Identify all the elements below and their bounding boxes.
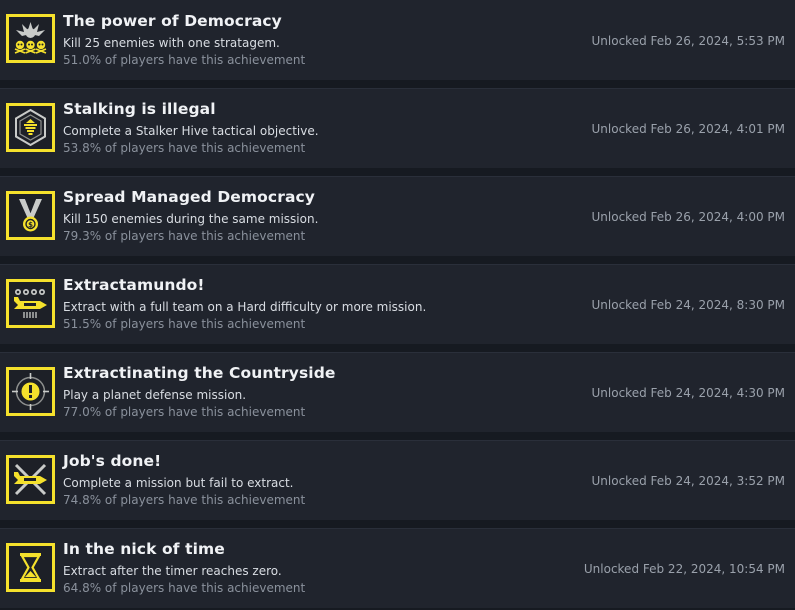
achievement-percent: 77.0% of players have this achievement [63, 405, 306, 419]
achievement-description: Complete a Stalker Hive tactical objecti… [63, 124, 319, 138]
hourglass-icon [6, 543, 55, 592]
achievement-unlock-date: Unlocked Feb 26, 2024, 4:00 PM [591, 210, 785, 224]
achievement-row[interactable]: Extractamundo! Extract with a full team … [0, 264, 795, 344]
achievement-percent: 53.8% of players have this achievement [63, 141, 306, 155]
achievement-description: Kill 25 enemies with one stratagem. [63, 36, 280, 50]
svg-text:$: $ [28, 221, 33, 229]
achievement-title: Extractamundo! [63, 276, 205, 294]
achievement-unlock-date: Unlocked Feb 24, 2024, 3:52 PM [591, 474, 785, 488]
achievement-title: Stalking is illegal [63, 100, 216, 118]
achievement-unlock-date: Unlocked Feb 24, 2024, 8:30 PM [591, 298, 785, 312]
crossed-dropship-icon [6, 455, 55, 504]
achievement-title: Job's done! [63, 452, 162, 470]
dropship-squad-icon [6, 279, 55, 328]
achievement-percent: 74.8% of players have this achievement [63, 493, 306, 507]
achievement-row[interactable]: The power of Democracy Kill 25 enemies w… [0, 0, 795, 80]
achievement-row[interactable]: Job's done! Complete a mission but fail … [0, 440, 795, 520]
achievement-row[interactable]: In the nick of time Extract after the ti… [0, 528, 795, 608]
achievement-list: The power of Democracy Kill 25 enemies w… [0, 0, 795, 610]
achievement-title: Spread Managed Democracy [63, 188, 316, 206]
achievement-description: Extract with a full team on a Hard diffi… [63, 300, 427, 314]
achievement-row[interactable]: Stalking is illegal Complete a Stalker H… [0, 88, 795, 168]
achievement-percent: 51.5% of players have this achievement [63, 317, 306, 331]
achievement-percent: 51.0% of players have this achievement [63, 53, 306, 67]
medal-icon: $ [6, 191, 55, 240]
achievement-title: Extractinating the Countryside [63, 364, 336, 382]
achievement-unlock-date: Unlocked Feb 26, 2024, 5:53 PM [591, 34, 785, 48]
achievement-row[interactable]: Extractinating the Countryside Play a pl… [0, 352, 795, 432]
achievement-title: The power of Democracy [63, 12, 282, 30]
achievement-unlock-date: Unlocked Feb 22, 2024, 10:54 PM [583, 562, 785, 576]
explosion-skulls-icon [6, 14, 55, 63]
achievement-row[interactable]: $ Spread Managed Democracy Kill 150 enem… [0, 176, 795, 256]
achievement-description: Complete a mission but fail to extract. [63, 476, 294, 490]
achievement-title: In the nick of time [63, 540, 225, 558]
achievement-description: Play a planet defense mission. [63, 388, 247, 402]
achievement-unlock-date: Unlocked Feb 26, 2024, 4:01 PM [591, 122, 785, 136]
achievement-unlock-date: Unlocked Feb 24, 2024, 4:30 PM [591, 386, 785, 400]
achievement-percent: 64.8% of players have this achievement [63, 581, 306, 595]
achievement-percent: 79.3% of players have this achievement [63, 229, 306, 243]
hive-hexagon-icon [6, 103, 55, 152]
achievement-description: Extract after the timer reaches zero. [63, 564, 282, 578]
defense-target-icon [6, 367, 55, 416]
achievement-description: Kill 150 enemies during the same mission… [63, 212, 319, 226]
